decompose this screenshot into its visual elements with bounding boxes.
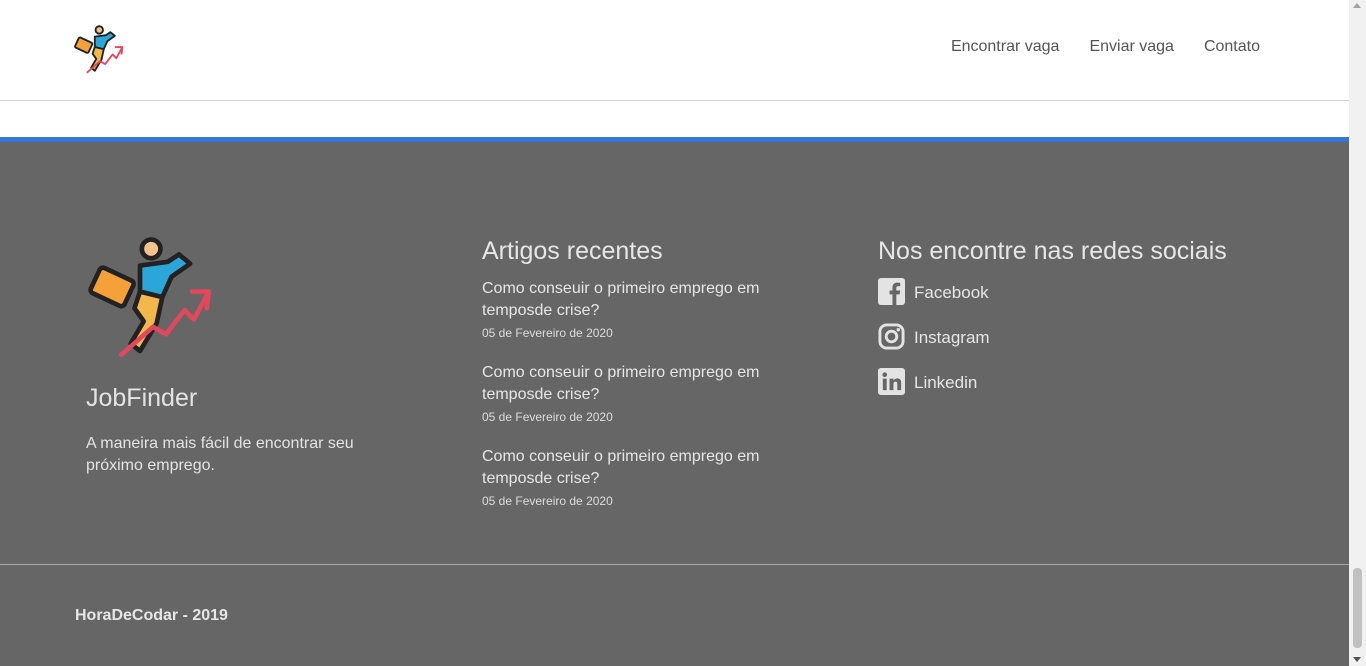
social-title: Nos encontre nas redes sociais [878,237,1227,265]
brand-name: JobFinder [86,384,198,412]
linkedin-label: Linkedin [914,372,978,392]
site-footer: JobFinder A maneira mais fácil de encont… [0,142,1349,666]
nav-enviar-vaga[interactable]: Enviar vaga [1089,38,1174,56]
copyright: HoraDeCodar - 2019 [75,607,228,624]
article-link[interactable]: Como conseuir o primeiro emprego em temp… [482,446,802,490]
facebook-icon [878,278,905,307]
article-date: 05 de Fevereiro de 2020 [482,326,613,340]
page-scrollbar[interactable] [1349,0,1366,666]
recent-articles-title: Artigos recentes [482,237,663,265]
social-links: Nos encontre nas redes sociais Facebook [878,237,1227,413]
article-link[interactable]: Como conseuir o primeiro emprego em temp… [482,362,802,406]
instagram-icon [878,323,905,352]
article-date: 05 de Fevereiro de 2020 [482,494,613,508]
instagram-label: Instagram [914,327,990,347]
article-item: Como conseuir o primeiro emprego em temp… [482,278,802,340]
nav-contato[interactable]: Contato [1204,38,1260,56]
facebook-label: Facebook [914,282,989,302]
main-nav: Encontrar vaga Enviar vaga Contato [951,38,1260,56]
logo-icon[interactable] [74,24,126,76]
footer-divider [0,564,1349,565]
linkedin-icon [878,368,905,397]
social-linkedin-link[interactable]: Linkedin [878,368,1227,397]
article-date: 05 de Fevereiro de 2020 [482,410,613,424]
site-header: Encontrar vaga Enviar vaga Contato [0,0,1349,101]
recent-articles: Artigos recentes Como conseuir o primeir… [482,237,802,508]
article-item: Como conseuir o primeiro emprego em temp… [482,362,802,424]
article-link[interactable]: Como conseuir o primeiro emprego em temp… [482,278,802,322]
footer-brand: JobFinder A maneira mais fácil de encont… [86,234,386,477]
scroll-thumb[interactable] [1353,568,1362,648]
scroll-up-arrow-icon[interactable] [1353,3,1361,8]
social-instagram-link[interactable]: Instagram [878,323,1227,352]
article-item: Como conseuir o primeiro emprego em temp… [482,446,802,508]
brand-tagline: A maneira mais fácil de encontrar seu pr… [86,435,354,474]
nav-encontrar-vaga[interactable]: Encontrar vaga [951,38,1060,56]
social-facebook-link[interactable]: Facebook [878,278,1227,307]
scroll-down-arrow-icon[interactable] [1353,657,1361,662]
jobfinder-logo-icon [88,237,212,358]
page: Encontrar vaga Enviar vaga Contato JobFi… [0,0,1349,666]
